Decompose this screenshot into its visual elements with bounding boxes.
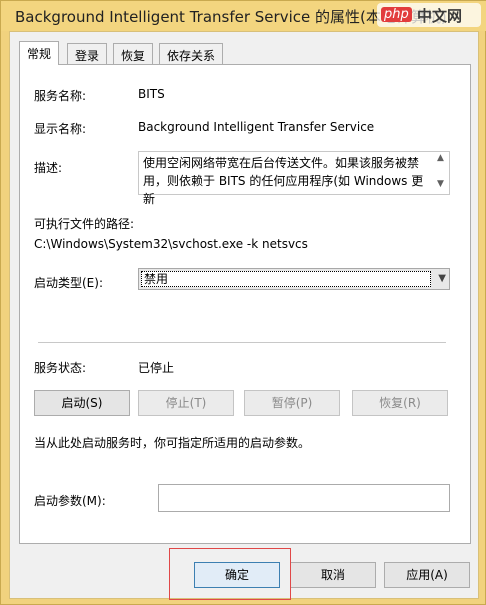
- start-params-input[interactable]: [158, 484, 450, 512]
- description-text: 使用空闲网络带宽在后台传送文件。如果该服务被禁用，则依赖于 BITS 的任何应用…: [143, 156, 424, 206]
- watermark-site-text: 中文网: [417, 7, 463, 25]
- tab-dependencies[interactable]: 依存关系: [159, 43, 224, 64]
- stop-button[interactable]: 停止(T): [138, 390, 234, 416]
- start-button[interactable]: 启动(S): [34, 390, 130, 416]
- start-params-label: 启动参数(M):: [34, 494, 106, 508]
- php-logo-icon: php: [381, 7, 412, 22]
- description-label: 描述:: [34, 161, 63, 175]
- apply-button[interactable]: 应用(A): [384, 562, 470, 588]
- dialog-client-area: 常规 登录 恢复 依存关系 服务名称: BITS 显示名称: Backgroun…: [9, 31, 479, 599]
- startup-type-value: 禁用: [141, 271, 431, 287]
- general-panel: 服务名称: BITS 显示名称: Background Intelligent …: [19, 64, 471, 544]
- highlight-frame: [169, 548, 291, 600]
- scroll-up-icon[interactable]: ▲: [437, 153, 444, 163]
- service-status-label: 服务状态:: [34, 361, 87, 375]
- exec-path-value: C:\Windows\System32\svchost.exe -k netsv…: [34, 237, 308, 251]
- description-scrollbar[interactable]: ▲ ▼: [435, 152, 449, 194]
- title-bar[interactable]: Background Intelligent Transfer Service …: [1, 1, 486, 31]
- start-params-hint: 当从此处启动服务时，你可指定所适用的启动参数。: [34, 436, 311, 450]
- chevron-down-icon: ▼: [438, 273, 446, 284]
- cancel-button[interactable]: 取消: [290, 562, 376, 588]
- service-status-value: 已停止: [138, 361, 175, 375]
- display-name-value: Background Intelligent Transfer Service: [138, 120, 375, 134]
- display-name-label: 显示名称:: [34, 122, 87, 136]
- service-name-label: 服务名称:: [34, 89, 87, 103]
- tab-logon[interactable]: 登录: [67, 43, 108, 64]
- startup-type-label: 启动类型(E):: [34, 276, 103, 290]
- tab-general[interactable]: 常规: [19, 41, 60, 65]
- divider: [38, 342, 446, 343]
- service-name-value: BITS: [138, 87, 165, 101]
- resume-button[interactable]: 恢复(R): [352, 390, 448, 416]
- pause-button[interactable]: 暂停(P): [244, 390, 340, 416]
- startup-type-select[interactable]: 禁用 ▼: [138, 268, 450, 290]
- watermark-badge: php 中文网: [377, 1, 486, 29]
- exec-path-label: 可执行文件的路径:: [34, 217, 135, 231]
- description-box[interactable]: 使用空闲网络带宽在后台传送文件。如果该服务被禁用，则依赖于 BITS 的任何应用…: [138, 151, 450, 206]
- tab-recovery[interactable]: 恢复: [113, 43, 154, 64]
- properties-window: Background Intelligent Transfer Service …: [0, 0, 486, 605]
- scroll-down-icon[interactable]: ▼: [437, 179, 444, 189]
